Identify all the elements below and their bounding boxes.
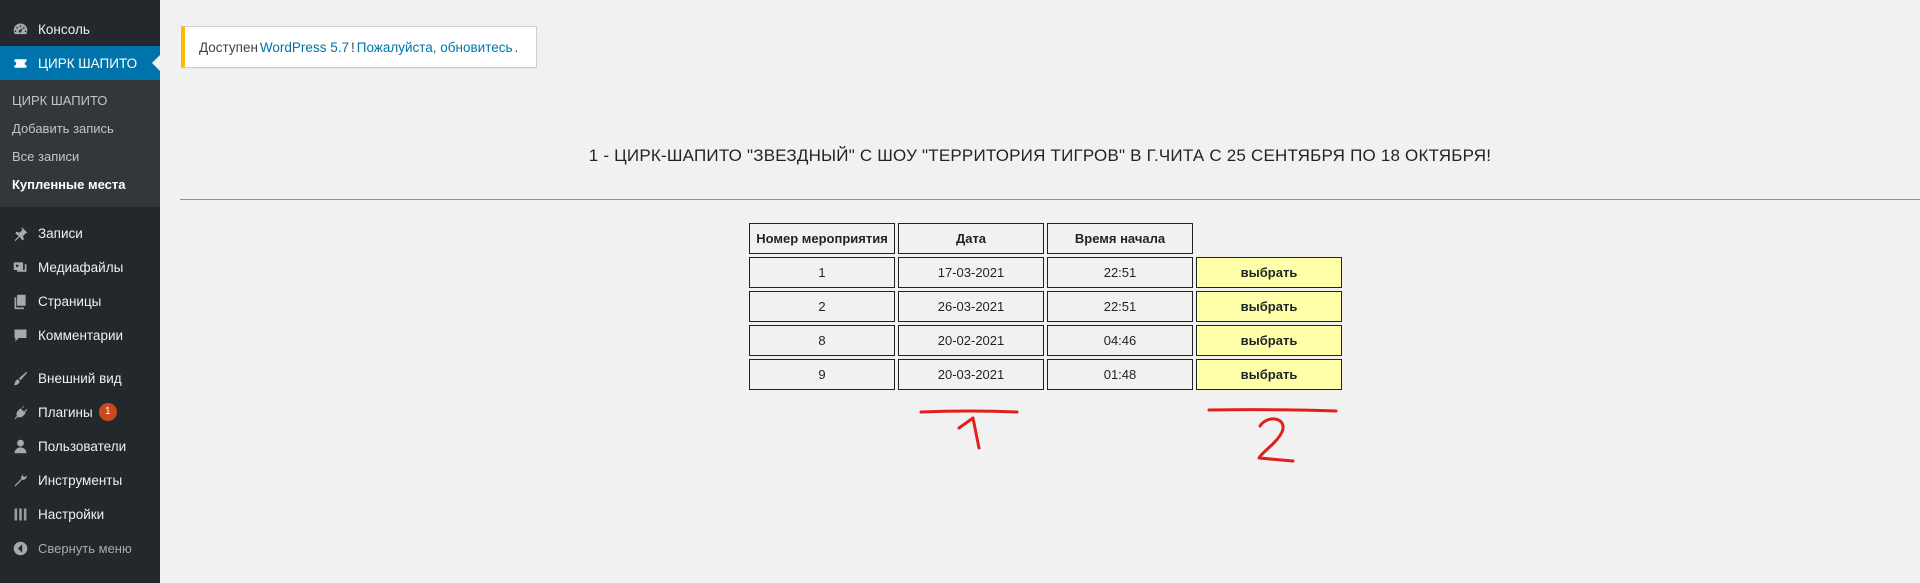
title-divider bbox=[180, 199, 1920, 200]
settings-sliders-icon bbox=[10, 504, 30, 524]
dashboard-icon bbox=[10, 19, 30, 39]
cell-start-time: 22:51 bbox=[1047, 291, 1193, 322]
plugin-icon bbox=[10, 402, 30, 422]
header-event-number: Номер мероприятия bbox=[749, 223, 895, 254]
media-icon bbox=[10, 257, 30, 277]
menu-users-label: Пользователи bbox=[38, 438, 127, 454]
select-button[interactable]: выбрать bbox=[1196, 325, 1342, 356]
collapse-menu-label: Свернуть меню bbox=[38, 540, 132, 556]
menu-posts[interactable]: Записи bbox=[0, 216, 160, 250]
cell-date: 20-02-2021 bbox=[898, 325, 1044, 356]
cell-date: 20-03-2021 bbox=[898, 359, 1044, 390]
submenu-add-post[interactable]: Добавить запись bbox=[0, 115, 160, 143]
cell-event-number: 8 bbox=[749, 325, 895, 356]
wrench-icon bbox=[10, 470, 30, 490]
menu-appearance[interactable]: Внешний вид bbox=[0, 361, 160, 395]
menu-tools-label: Инструменты bbox=[38, 472, 123, 488]
menu-circus[interactable]: ЦИРК ШАПИТО bbox=[0, 46, 160, 80]
select-button[interactable]: выбрать bbox=[1196, 291, 1342, 322]
events-table: Номер мероприятия Дата Время начала 1 17… bbox=[746, 220, 1345, 393]
table-row: 2 26-03-2021 22:51 выбрать bbox=[749, 291, 1342, 322]
menu-comments-label: Комментарии bbox=[38, 327, 124, 343]
event-title: 1 - ЦИРК-ШАПИТО "ЗВЕЗДНЫЙ" С ШОУ "ТЕРРИТ… bbox=[588, 146, 1492, 165]
pin-icon bbox=[10, 223, 30, 243]
menu-users[interactable]: Пользователи bbox=[0, 429, 160, 463]
submenu-circus[interactable]: ЦИРК ШАПИТО bbox=[0, 87, 160, 115]
notice-update-link[interactable]: Пожалуйста, обновитесь bbox=[357, 40, 513, 55]
circus-submenu: ЦИРК ШАПИТО Добавить запись Все записи К… bbox=[0, 80, 160, 207]
notice-text-after: . bbox=[514, 39, 519, 55]
menu-settings-label: Настройки bbox=[38, 506, 105, 522]
collapse-arrow-icon bbox=[10, 538, 30, 558]
cell-date: 17-03-2021 bbox=[898, 257, 1044, 288]
select-button[interactable]: выбрать bbox=[1196, 359, 1342, 390]
menu-settings[interactable]: Настройки bbox=[0, 497, 160, 531]
menu-pages[interactable]: Страницы bbox=[0, 284, 160, 318]
cell-start-time: 01:48 bbox=[1047, 359, 1193, 390]
select-button[interactable]: выбрать bbox=[1196, 257, 1342, 288]
notice-wordpress-link[interactable]: WordPress 5.7 bbox=[260, 40, 349, 55]
menu-plugins[interactable]: Плагины 1 bbox=[0, 395, 160, 429]
annotation-underline-1 bbox=[919, 409, 1019, 414]
submenu-purchased-seats[interactable]: Купленные места bbox=[0, 171, 160, 199]
submenu-all-posts[interactable]: Все записи bbox=[0, 143, 160, 171]
collapse-menu-button[interactable]: Свернуть меню bbox=[0, 531, 160, 565]
table-header-row: Номер мероприятия Дата Время начала bbox=[749, 223, 1342, 254]
menu-media[interactable]: Медиафайлы bbox=[0, 250, 160, 284]
annotation-digit-2 bbox=[1257, 417, 1295, 463]
table-row: 1 17-03-2021 22:51 выбрать bbox=[749, 257, 1342, 288]
comments-icon bbox=[10, 325, 30, 345]
menu-media-label: Медиафайлы bbox=[38, 259, 124, 275]
table-row: 8 20-02-2021 04:46 выбрать bbox=[749, 325, 1342, 356]
header-date: Дата bbox=[898, 223, 1044, 254]
cell-start-time: 04:46 bbox=[1047, 325, 1193, 356]
table-row: 9 20-03-2021 01:48 выбрать bbox=[749, 359, 1342, 390]
menu-dashboard[interactable]: Консоль bbox=[0, 12, 160, 46]
update-notice: Доступен WordPress 5.7 ! Пожалуйста, обн… bbox=[181, 26, 537, 68]
header-blank bbox=[1196, 223, 1342, 254]
cell-event-number: 1 bbox=[749, 257, 895, 288]
pages-icon bbox=[10, 291, 30, 311]
menu-pages-label: Страницы bbox=[38, 293, 102, 309]
menu-tools[interactable]: Инструменты bbox=[0, 463, 160, 497]
annotation-digit-1 bbox=[957, 416, 981, 450]
cell-event-number: 9 bbox=[749, 359, 895, 390]
cell-date: 26-03-2021 bbox=[898, 291, 1044, 322]
menu-plugins-label: Плагины bbox=[38, 404, 93, 420]
cell-event-number: 2 bbox=[749, 291, 895, 322]
menu-dashboard-label: Консоль bbox=[38, 21, 90, 37]
menu-comments[interactable]: Комментарии bbox=[0, 318, 160, 352]
header-start-time: Время начала bbox=[1047, 223, 1193, 254]
menu-circus-label: ЦИРК ШАПИТО bbox=[38, 55, 138, 71]
ticket-icon bbox=[10, 53, 30, 73]
menu-appearance-label: Внешний вид bbox=[38, 370, 122, 386]
brush-icon bbox=[10, 368, 30, 388]
cell-start-time: 22:51 bbox=[1047, 257, 1193, 288]
user-icon bbox=[10, 436, 30, 456]
notice-text-middle: ! bbox=[350, 39, 355, 55]
plugins-update-badge: 1 bbox=[98, 403, 117, 421]
menu-posts-label: Записи bbox=[38, 225, 83, 241]
notice-text-before: Доступен bbox=[199, 39, 258, 55]
annotation-underline-2 bbox=[1207, 408, 1338, 413]
admin-sidebar: Консоль ЦИРК ШАПИТО ЦИРК ШАПИТО Добавить… bbox=[0, 0, 160, 583]
